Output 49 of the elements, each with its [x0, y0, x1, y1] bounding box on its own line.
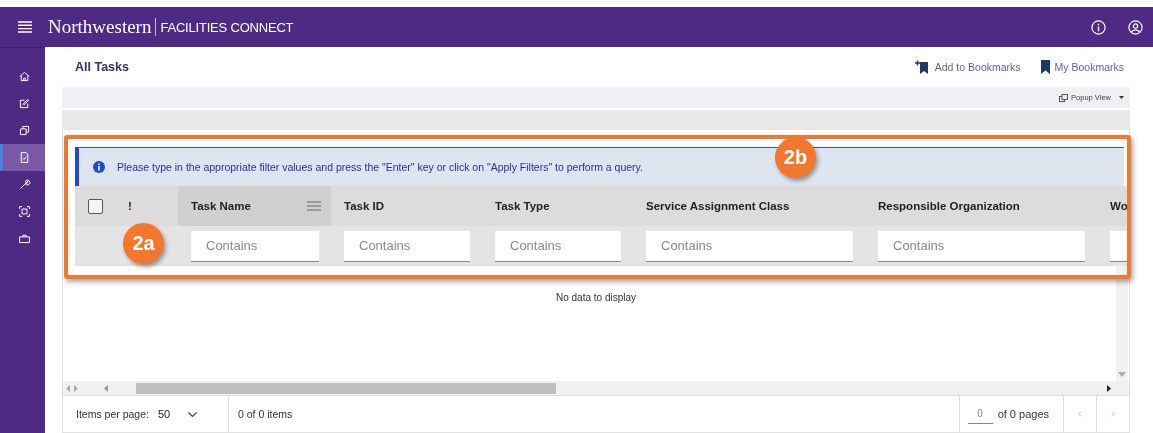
filter-field[interactable]: Contains	[191, 230, 319, 262]
chevron-left-icon	[1078, 411, 1082, 417]
info-icon	[93, 161, 105, 173]
column-header[interactable]: !	[115, 186, 178, 226]
empty-message: No data to display	[555, 292, 637, 305]
left-arrow-icon	[104, 384, 108, 392]
sidebar-item[interactable]	[0, 144, 45, 171]
horizontal-scrollbar[interactable]	[63, 381, 1129, 396]
menu-icon[interactable]	[18, 21, 32, 33]
scrollbar-thumb[interactable]	[136, 382, 556, 394]
left-right-arrows-icon	[66, 384, 78, 392]
column-header[interactable]: Wo	[1097, 186, 1129, 226]
page-title: All Tasks	[75, 60, 129, 74]
vertical-scrollbar[interactable]	[1116, 266, 1128, 381]
column-header[interactable]: Task ID	[331, 186, 482, 226]
column-header[interactable]: Task Type	[482, 186, 633, 226]
bookmark-icon	[1040, 60, 1050, 74]
caret-icon	[1119, 96, 1124, 99]
select-all-checkbox[interactable]	[87, 198, 103, 214]
edit-icon	[17, 97, 31, 110]
filter-field[interactable]: Contains	[646, 230, 853, 262]
wrench-icon	[17, 178, 31, 191]
chevron-right-icon	[1111, 411, 1115, 417]
bookmarks-link[interactable]: My Bookmarks	[1040, 60, 1124, 74]
user-icon[interactable]	[1128, 19, 1143, 35]
product-name: FACILITIES CONNECT	[160, 19, 294, 35]
column-header[interactable]: Service Assignment Class	[633, 186, 865, 226]
window-icon	[1059, 93, 1069, 102]
brand-name: Northwestern	[48, 16, 152, 38]
down-arrow-icon	[1118, 372, 1126, 377]
add-bookmark-link[interactable]: Add to Bookmarks	[914, 60, 1021, 74]
filter-field[interactable]: Contains	[878, 230, 1085, 262]
chevron-down-icon	[188, 411, 198, 417]
page-count: of 0 pages	[997, 408, 1049, 420]
filter-field[interactable]: Contains	[495, 230, 621, 262]
column-header[interactable]: Responsible Organization	[865, 186, 1097, 226]
filter-field[interactable]: Contains	[344, 230, 470, 262]
items-per-page-select[interactable]: 50	[157, 408, 198, 420]
right-arrow-icon	[1107, 384, 1111, 392]
bookmark-plus-icon	[914, 60, 930, 74]
column-header[interactable]: Task Name	[178, 186, 331, 226]
briefcase-icon	[17, 232, 31, 245]
home-icon	[17, 70, 31, 83]
info-icon[interactable]	[1091, 19, 1106, 35]
item-count: 0 of 0 items	[237, 408, 293, 420]
copy-icon	[17, 124, 31, 137]
scan-icon	[17, 205, 31, 218]
items-per-page-label: Items per page:	[76, 408, 149, 420]
info-message: Please type in the appropriate filter values and press the "Enter" key or click on "Apply Filters" to perform a query.	[117, 161, 643, 173]
